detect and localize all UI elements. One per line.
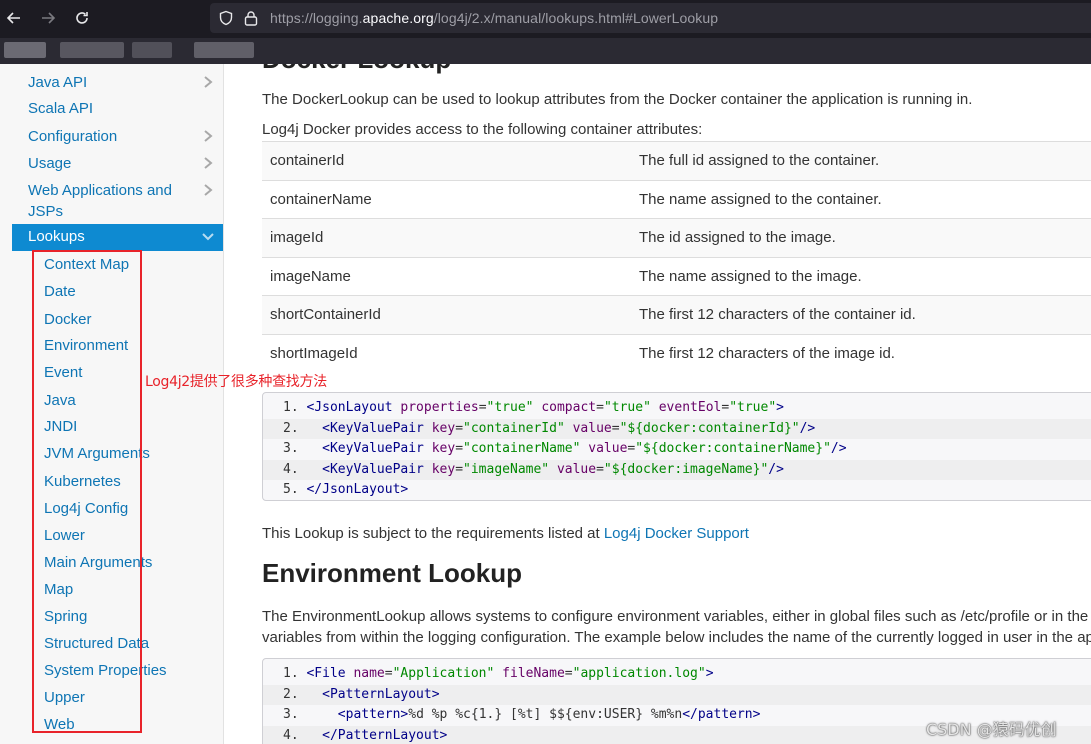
attribute-name: imageName	[262, 256, 631, 296]
url-bar[interactable]: https://logging.apache.org/log4j/2.x/man…	[210, 3, 1091, 33]
code-line: 5. </JsonLayout>	[283, 482, 409, 498]
table-row: shortImageId The first 12 characters of t…	[262, 333, 1091, 373]
table-row: containerId The full id assigned to the c…	[262, 141, 1091, 180]
url-text: https://logging.apache.org/log4j/2.x/man…	[270, 10, 719, 26]
code-line: 1. <File name="Application" fileName="ap…	[283, 666, 714, 681]
chevron-right-icon	[204, 157, 213, 169]
table-row: shortContainerId The first 12 characters …	[262, 295, 1091, 334]
table-row: imageName The name assigned to the image.	[262, 256, 1091, 296]
code-line: 3. <KeyValuePair key="containerName" val…	[283, 441, 847, 457]
environment-lookup-heading: Environment Lookup	[262, 558, 522, 588]
blurred-bookmark	[194, 42, 254, 58]
docker-support-link[interactable]: Log4j Docker Support	[604, 525, 749, 542]
attribute-name: containerId	[262, 141, 631, 180]
chevron-right-icon	[204, 130, 213, 142]
attribute-name: imageId	[262, 218, 631, 257]
sidebar-item-scala-api[interactable]: Scala API	[12, 98, 222, 119]
blurred-bookmark	[132, 42, 172, 58]
sidebar-item-usage[interactable]: Usage	[12, 153, 222, 174]
chevron-right-icon	[204, 184, 213, 196]
chevron-right-icon	[204, 76, 213, 88]
table-row: containerName The name assigned to the co…	[262, 179, 1091, 219]
docker-attributes-table: containerId The full id assigned to the c…	[262, 141, 1091, 373]
shield-icon[interactable]	[218, 10, 234, 26]
sidebar-item-configuration[interactable]: Configuration	[12, 126, 222, 147]
attribute-description: The full id assigned to the container.	[631, 141, 1091, 180]
main-content: Docker Lookup The DockerLookup can be us…	[224, 64, 1091, 744]
attribute-name: shortImageId	[262, 333, 631, 373]
bookmarks-bar	[0, 38, 1091, 64]
code-line: 2. <KeyValuePair key="containerId" value…	[263, 418, 1091, 440]
environment-paragraph-line-2: variables from within the logging config…	[262, 629, 1091, 646]
attribute-description: The first 12 characters of the container…	[631, 295, 1091, 334]
requirements-paragraph: This Lookup is subject to the requiremen…	[262, 525, 749, 542]
docker-code-block: 1. <JsonLayout properties="true" compact…	[262, 392, 1091, 501]
attribute-description: The name assigned to the container.	[631, 179, 1091, 219]
forward-arrow-icon[interactable]	[36, 6, 60, 30]
reload-icon[interactable]	[70, 6, 94, 30]
blurred-bookmark	[4, 42, 46, 58]
blurred-bookmark	[60, 42, 124, 58]
highlight-box	[32, 250, 142, 733]
code-line: 1. <JsonLayout properties="true" compact…	[283, 400, 784, 415]
lock-icon[interactable]	[244, 10, 258, 26]
chevron-down-icon	[202, 233, 214, 241]
attribute-name: shortContainerId	[262, 295, 631, 334]
code-line: 2. <PatternLayout>	[263, 684, 1091, 706]
attribute-name: containerName	[262, 179, 631, 219]
browser-toolbar: https://logging.apache.org/log4j/2.x/man…	[0, 0, 1091, 38]
watermark: CSDN @猿码优创	[926, 720, 1057, 739]
docker-lookup-heading: Docker Lookup	[262, 64, 451, 75]
environment-paragraph-line-1: The EnvironmentLookup allows systems to …	[262, 608, 1091, 625]
back-arrow-icon[interactable]	[2, 6, 26, 30]
table-row: imageId The id assigned to the image.	[262, 218, 1091, 257]
sidebar-item-java-api[interactable]: Java API	[12, 72, 222, 93]
code-line: 4. <KeyValuePair key="imageName" value="…	[263, 459, 1091, 481]
sidebar-item-lookups[interactable]: Lookups	[12, 224, 223, 251]
attribute-description: The name assigned to the image.	[631, 256, 1091, 296]
sidebar-item-web-applications[interactable]: Web Applications and JSPs	[12, 180, 213, 222]
attribute-description: The first 12 characters of the image id.	[631, 333, 1091, 373]
docker-intro-paragraph: The DockerLookup can be used to lookup a…	[262, 91, 973, 108]
attribute-description: The id assigned to the image.	[631, 218, 1091, 257]
docker-attributes-intro: Log4j Docker provides access to the foll…	[262, 121, 703, 138]
